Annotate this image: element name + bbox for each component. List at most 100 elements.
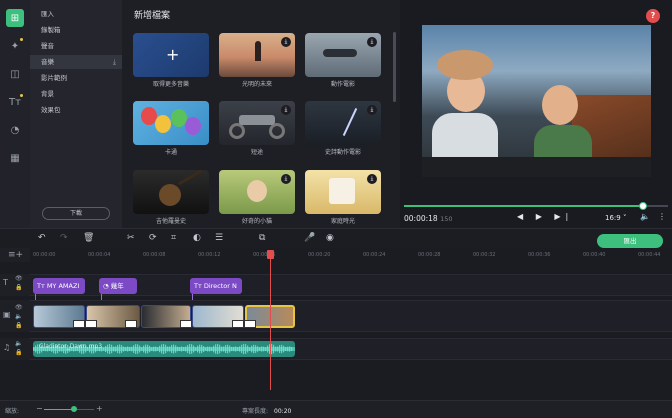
undo-icon[interactable]: ↶ [38, 233, 46, 243]
rider-hair-left [437, 50, 493, 80]
transition-icon[interactable] [125, 320, 137, 328]
waveform-bar [187, 344, 189, 354]
crop-icon[interactable]: ⌗ [171, 233, 176, 243]
microphone-icon[interactable]: 🎤 [304, 233, 315, 243]
aspect-ratio-select[interactable]: 16:9 ˅ [605, 214, 626, 222]
balloon-yellow [155, 115, 171, 133]
music-thumb-cartoon[interactable] [133, 101, 209, 145]
music-thumb-family-time[interactable]: ⤓ [305, 170, 381, 214]
import-icon[interactable]: ⊞ [6, 9, 24, 27]
lock-icon[interactable]: 🔒 [15, 284, 22, 291]
transition-icon[interactable] [85, 320, 97, 328]
redo-icon[interactable]: ↷ [60, 233, 68, 243]
category-recordings[interactable]: 錄製箱 [30, 23, 122, 37]
video-preview [422, 25, 651, 177]
category-music[interactable]: 音樂 ⤓ [30, 55, 122, 69]
delete-icon[interactable]: 🗑 [83, 233, 94, 243]
more-options-icon[interactable]: ⋮ [658, 212, 666, 221]
ruler-tick: 00:00:36 [528, 252, 551, 258]
transition-icon[interactable] [73, 320, 85, 328]
zoom-label: 縮放: [5, 408, 20, 415]
zoom-in-icon[interactable]: + [96, 404, 103, 413]
audio-clip[interactable]: Gladiator_Dawn.mp3 [33, 341, 295, 357]
overlay-icon[interactable]: ⧉ [259, 233, 265, 243]
child-face [247, 180, 267, 202]
audio-icon[interactable]: 🔈 [15, 340, 22, 347]
time-ruler[interactable]: 00:00:00 00:00:04 00:00:08 00:00:12 00:0… [30, 248, 672, 262]
visibility-icon[interactable]: 👁 [15, 304, 23, 311]
waveform-bar [281, 344, 283, 354]
app-window: ⊞ ✦ ◫ Tт ◔ ▦ 匯入 錄製箱 聲音 音樂 ⤓ 影片範例 背景 效果包 下… [0, 0, 672, 418]
library-scrollbar[interactable] [393, 32, 396, 102]
music-thumb-bright-future[interactable]: ⤓ [219, 33, 295, 77]
transition-icon[interactable] [244, 320, 256, 328]
category-import[interactable]: 匯入 [30, 7, 122, 21]
playback-controls[interactable]: ◀ ▶ ▶| [517, 212, 573, 221]
category-sounds[interactable]: 聲音 [30, 39, 122, 53]
visibility-icon[interactable]: 👁 [15, 275, 23, 282]
clock-icon[interactable]: ◔ [6, 121, 24, 139]
apps-grid-icon[interactable]: ▦ [6, 149, 24, 167]
music-thumb-curious-kitten[interactable]: ⤓ [219, 170, 295, 214]
playback-progress-track[interactable] [644, 205, 668, 207]
waveform-bar [121, 345, 123, 353]
timeline: ≡+ 00:00:00 00:00:04 00:00:08 00:00:12 0… [0, 248, 672, 400]
help-icon[interactable]: ? [646, 9, 660, 23]
download-icon[interactable]: ⤓ [367, 105, 377, 115]
download-icon[interactable]: ⤓ [281, 174, 291, 184]
color-adjust-icon[interactable]: ◐ [193, 233, 201, 243]
get-more-music-tile[interactable]: + [133, 33, 209, 77]
download-icon[interactable]: ⤓ [367, 37, 377, 47]
title-clip[interactable]: Tт Director N [190, 278, 242, 294]
title-clip[interactable]: Tт MY AMAZI [33, 278, 85, 294]
music-thumb-short-trip[interactable]: ⤓ [219, 101, 295, 145]
library-item-label: 動作電影 [330, 81, 355, 88]
webcam-icon[interactable]: ◉ [326, 233, 334, 243]
magic-wand-icon[interactable]: ✦ [6, 37, 24, 55]
project-length: 專案長度: 00:20 [242, 406, 291, 415]
waveform-bar [209, 346, 211, 352]
zoom-out-icon[interactable]: − [36, 404, 43, 413]
download-button[interactable]: 下載 [42, 207, 110, 220]
music-thumb-epic-action[interactable]: ⤓ [305, 101, 381, 145]
title-clip[interactable]: ◔ 幾年 [99, 278, 137, 294]
titles-icon[interactable]: Tт [6, 93, 24, 111]
waveform-bar [253, 344, 255, 354]
rotate-icon[interactable]: ⟳ [149, 233, 157, 243]
category-sample-videos[interactable]: 影片範例 [30, 71, 122, 85]
download-icon[interactable]: ⤓ [281, 105, 291, 115]
music-thumb-guitar-romance[interactable] [133, 170, 209, 214]
zoom-slider-handle[interactable] [71, 406, 77, 412]
download-icon[interactable]: ⤓ [367, 174, 377, 184]
waveform-bar [197, 345, 199, 353]
category-backgrounds[interactable]: 背景 [30, 87, 122, 101]
transitions-icon[interactable]: ◫ [6, 65, 24, 83]
cut-icon[interactable]: ✂ [127, 233, 135, 243]
download-arrow-icon: ⤓ [112, 58, 116, 66]
waveform-bar [199, 344, 201, 354]
waveform-bar [183, 347, 185, 351]
music-thumb-action-movie[interactable]: ⤓ [305, 33, 381, 77]
lock-icon[interactable]: 🔒 [15, 349, 22, 356]
audio-icon[interactable]: 🔈 [15, 313, 22, 320]
waveform-bar [211, 347, 213, 351]
waveform-bar [247, 345, 249, 353]
lock-icon[interactable]: 🔒 [15, 322, 22, 329]
waveform-bar [153, 346, 155, 352]
category-effect-packs[interactable]: 效果包 [30, 103, 122, 117]
waveform-bar [175, 345, 177, 353]
transition-icon[interactable] [232, 320, 244, 328]
volume-icon[interactable]: 🔈 [640, 212, 650, 221]
playhead[interactable] [270, 252, 271, 390]
download-icon[interactable]: ⤓ [281, 37, 291, 47]
edit-toolbar: ↶ ↷ 🗑 ✂ ⟳ ⌗ ◐ ☰ ⧉ 🎤 ◉ 匯出 [0, 228, 672, 248]
clip-properties-icon[interactable]: ☰ [215, 233, 223, 243]
add-track-icon[interactable]: ≡+ [0, 248, 30, 262]
waveform-bar [141, 347, 143, 351]
export-button[interactable]: 匯出 [597, 234, 663, 248]
waveform-bar [225, 345, 227, 353]
waveform-bar [119, 344, 121, 354]
transition-icon[interactable] [180, 320, 192, 328]
wheel-left [229, 123, 245, 139]
playback-scrubber[interactable] [639, 202, 647, 210]
